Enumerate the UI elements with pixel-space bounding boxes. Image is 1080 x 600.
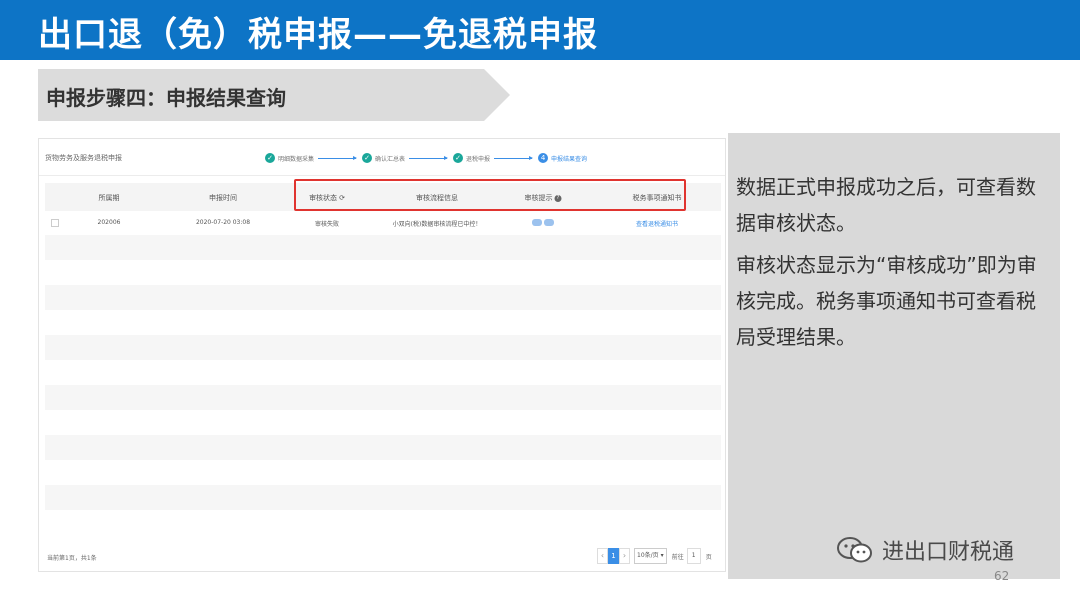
- note-box: 数据正式申报成功之后，可查看数据审核状态。 审核状态显示为“审核成功”即为审核完…: [728, 133, 1060, 579]
- cell-period: 202006: [97, 219, 121, 226]
- step-3-label: 退税申报: [466, 155, 491, 163]
- chevron-down-icon: ▾: [660, 552, 664, 559]
- arrow-right-icon: [318, 155, 358, 160]
- page-size-value: 10条/页: [637, 552, 659, 559]
- cell-status: 审核失败: [314, 221, 340, 228]
- note-paragraph-2: 审核状态显示为“审核成功”即为审核完成。税务事项通知书可查看税局受理结果。: [736, 253, 1037, 349]
- page-size-select[interactable]: 10条/页 ▾: [634, 548, 667, 564]
- step-2[interactable]: ✓ 确认汇总表: [362, 153, 453, 163]
- cell-flow: 小双向(税)数据审核流程已中控！: [392, 221, 482, 228]
- row-checkbox[interactable]: [51, 219, 59, 227]
- step-2-label: 确认汇总表: [375, 155, 406, 163]
- prev-page-button[interactable]: ‹: [597, 548, 608, 564]
- column-header-period: 所属期: [98, 194, 120, 202]
- breadcrumb: 货物劳务及服务退税申报: [45, 154, 122, 162]
- slide: 出口退（免）税申报——免退税申报 申报步骤四：申报结果查询 货物劳务及服务退税申…: [0, 0, 1080, 600]
- title-bar: 出口退（免）税申报——免退税申报: [0, 0, 1080, 60]
- goto-label: 前往: [671, 553, 684, 561]
- check-icon: ✓: [362, 153, 373, 163]
- current-page-button[interactable]: 1: [608, 548, 619, 564]
- step-1-label: 明细数据采集: [278, 155, 315, 163]
- table-footer-count: 当前第1页，共1条: [47, 555, 97, 562]
- hint-badge-icon: [544, 219, 554, 226]
- notice-link[interactable]: 查看退税通知书: [636, 219, 678, 228]
- slide-title: 出口退（免）税申报——免退税申报: [38, 15, 598, 55]
- step-banner: 申报步骤四：申报结果查询: [38, 69, 510, 121]
- column-header-time: 申报时间: [209, 194, 237, 202]
- check-icon: ✓: [453, 153, 464, 163]
- panel-header: 货物劳务及服务退税申报 ✓ 明细数据采集 ✓ 确认汇总表 ✓ 退税申报 4 申报…: [39, 139, 725, 176]
- wechat-icon: [837, 537, 872, 563]
- brand-watermark: 进出口财税通: [836, 535, 1014, 565]
- hint-badge-icon: [532, 219, 542, 226]
- goto-page-input[interactable]: 1: [686, 548, 701, 564]
- step-4[interactable]: 4 申报结果查询: [538, 153, 587, 163]
- next-page-button[interactable]: ›: [619, 548, 630, 564]
- screenshot-panel: 货物劳务及服务退税申报 ✓ 明细数据采集 ✓ 确认汇总表 ✓ 退税申报 4 申报…: [38, 138, 726, 572]
- cell-hint[interactable]: [531, 219, 555, 226]
- arrow-right-icon: [494, 155, 534, 160]
- step-4-label: 申报结果查询: [551, 155, 588, 163]
- brand-name: 进出口财税通: [882, 540, 1015, 565]
- step-3[interactable]: ✓ 退税申报: [453, 153, 538, 163]
- check-icon: ✓: [265, 153, 275, 163]
- page-unit-label: 页: [705, 553, 712, 561]
- highlight-box: [294, 179, 686, 211]
- step-1[interactable]: ✓ 明细数据采集: [265, 153, 362, 163]
- step-number-icon: 4: [538, 153, 549, 163]
- step-title: 申报步骤四：申报结果查询: [46, 86, 286, 110]
- empty-table-rows: [45, 235, 721, 535]
- page-number: 62: [994, 569, 1010, 583]
- note-paragraph-1: 数据正式申报成功之后，可查看数据审核状态。: [736, 175, 1036, 235]
- cell-time: 2020-07-20 03:08: [195, 219, 251, 226]
- table-row[interactable]: 202006 2020-07-20 03:08 审核失败 小双向(税)数据审核流…: [45, 211, 721, 235]
- progress-stepper: ✓ 明细数据采集 ✓ 确认汇总表 ✓ 退税申报 4 申报结果查询: [265, 150, 587, 166]
- pagination: ‹ 1 › 10条/页 ▾ 前往 1 页: [597, 548, 712, 564]
- arrow-right-icon: [409, 155, 449, 160]
